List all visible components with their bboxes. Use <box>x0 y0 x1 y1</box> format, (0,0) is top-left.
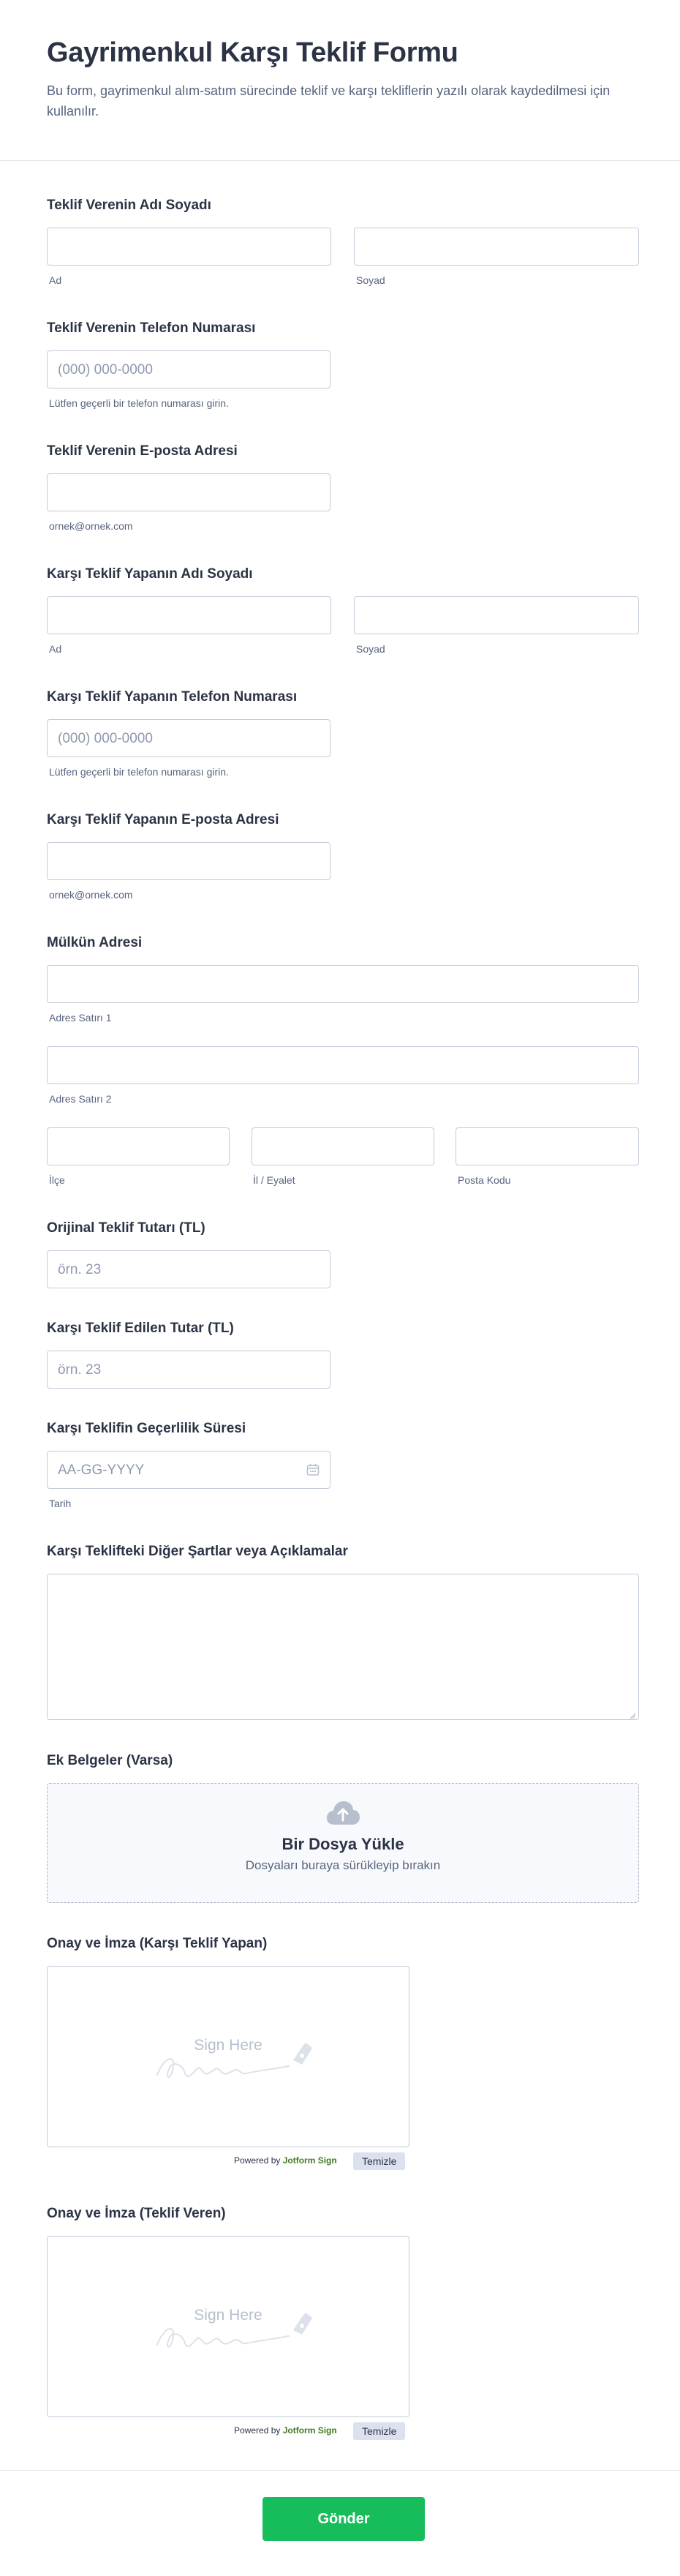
terms-label: Karşı Teklifteki Diğer Şartlar veya Açık… <box>47 1544 348 1559</box>
form-footer: Gönder <box>0 2470 680 2576</box>
powered-prefix: Powered by <box>234 2425 281 2436</box>
cloud-upload-icon <box>325 1800 360 1826</box>
counter-phone-label: Karşı Teklif Yapanın Telefon Numarası <box>47 689 298 705</box>
offerer-last-name-sublabel: Soyad <box>356 274 385 286</box>
resize-handle-icon[interactable] <box>629 1710 636 1719</box>
upload-title: Bir Dosya Yükle <box>282 1835 404 1853</box>
powered-by-counter: Powered by Jotform Sign <box>234 2155 337 2166</box>
counter-last-name-sublabel: Soyad <box>356 643 385 655</box>
counter-last-name-input[interactable] <box>354 596 639 634</box>
offerer-name-label: Teklif Verenin Adı Soyadı <box>47 198 211 213</box>
original-amount-placeholder: örn. 23 <box>58 1262 102 1277</box>
offerer-phone-input[interactable]: (000) 000-0000 <box>47 350 330 388</box>
offerer-phone-placeholder: (000) 000-0000 <box>58 362 153 378</box>
address-district-input[interactable] <box>47 1127 230 1165</box>
offerer-email-input[interactable] <box>47 473 330 511</box>
counter-email-label: Karşı Teklif Yapanın E-posta Adresi <box>47 812 279 827</box>
offerer-first-name-sublabel: Ad <box>49 274 62 286</box>
address-postal-sublabel: Posta Kodu <box>458 1174 511 1186</box>
address-line2-sublabel: Adres Satırı 2 <box>49 1093 112 1105</box>
offerer-phone-hint: Lütfen geçerli bir telefon numarası giri… <box>49 397 229 409</box>
powered-brand: Jotform Sign <box>282 2425 337 2436</box>
clear-signature-counter-button[interactable]: Temizle <box>353 2152 406 2170</box>
validity-date-hint: Tarih <box>49 1498 72 1509</box>
original-amount-label: Orijinal Teklif Tutarı (TL) <box>47 1220 205 1236</box>
counter-email-input[interactable] <box>47 842 330 880</box>
counter-phone-hint: Lütfen geçerli bir telefon numarası giri… <box>49 766 229 778</box>
offerer-email-hint: ornek@ornek.com <box>49 520 133 532</box>
address-district-sublabel: İlçe <box>49 1174 65 1186</box>
powered-by-offerer: Powered by Jotform Sign <box>234 2425 337 2436</box>
form-header: Gayrimenkul Karşı Teklif Formu Bu form, … <box>0 0 680 161</box>
clear-signature-offerer-button[interactable]: Temizle <box>353 2422 406 2440</box>
address-line1-sublabel: Adres Satırı 1 <box>49 1012 112 1024</box>
sign-counter-label: Onay ve İmza (Karşı Teklif Yapan) <box>47 1936 268 1951</box>
counter-first-name-input[interactable] <box>47 596 331 634</box>
counter-phone-input[interactable]: (000) 000-0000 <box>47 719 330 757</box>
address-province-input[interactable] <box>252 1127 434 1165</box>
counter-amount-label: Karşı Teklif Edilen Tutar (TL) <box>47 1321 234 1336</box>
address-label: Mülkün Adresi <box>47 935 143 950</box>
terms-textarea[interactable] <box>47 1574 639 1720</box>
counter-phone-placeholder: (000) 000-0000 <box>58 731 153 746</box>
file-upload-dropzone[interactable]: Bir Dosya Yükle Dosyaları buraya sürükle… <box>47 1783 639 1903</box>
signature-pad-counter[interactable]: Sign Here <box>47 1966 409 2147</box>
signature-scribble-icon <box>156 2313 312 2348</box>
address-line2-input[interactable] <box>47 1046 639 1084</box>
signature-pad-offerer[interactable]: Sign Here <box>47 2236 409 2417</box>
counter-email-hint: ornek@ornek.com <box>49 889 133 901</box>
signature-scribble-icon <box>156 2043 312 2078</box>
powered-brand: Jotform Sign <box>282 2155 337 2166</box>
address-postal-input[interactable] <box>456 1127 639 1165</box>
offerer-phone-label: Teklif Verenin Telefon Numarası <box>47 320 256 336</box>
page-subtitle: Bu form, gayrimenkul alım-satım sürecind… <box>47 83 611 119</box>
counter-amount-input[interactable]: örn. 23 <box>47 1351 330 1389</box>
validity-date-placeholder: AA-GG-YYYY <box>58 1462 145 1478</box>
submit-button[interactable]: Gönder <box>262 2497 425 2541</box>
calendar-icon[interactable] <box>306 1463 320 1476</box>
attachments-label: Ek Belgeler (Varsa) <box>47 1753 173 1768</box>
validity-label: Karşı Teklifin Geçerlilik Süresi <box>47 1421 246 1436</box>
address-line1-input[interactable] <box>47 965 639 1003</box>
offerer-first-name-input[interactable] <box>47 228 331 266</box>
counter-name-label: Karşı Teklif Yapanın Adı Soyadı <box>47 566 253 582</box>
original-amount-input[interactable]: örn. 23 <box>47 1250 330 1288</box>
page-title: Gayrimenkul Karşı Teklif Formu <box>47 37 458 68</box>
counter-amount-placeholder: örn. 23 <box>58 1362 102 1378</box>
validity-date-input[interactable]: AA-GG-YYYY <box>47 1451 330 1489</box>
offerer-last-name-input[interactable] <box>354 228 639 266</box>
offerer-email-label: Teklif Verenin E-posta Adresi <box>47 443 238 459</box>
counter-first-name-sublabel: Ad <box>49 643 62 655</box>
sign-offerer-label: Onay ve İmza (Teklif Veren) <box>47 2206 226 2221</box>
form-page: Gayrimenkul Karşı Teklif Formu Bu form, … <box>0 0 680 2576</box>
upload-subtitle: Dosyaları buraya sürükleyip bırakın <box>245 1858 441 1872</box>
address-province-sublabel: İl / Eyalet <box>253 1174 295 1186</box>
powered-prefix: Powered by <box>234 2155 281 2166</box>
